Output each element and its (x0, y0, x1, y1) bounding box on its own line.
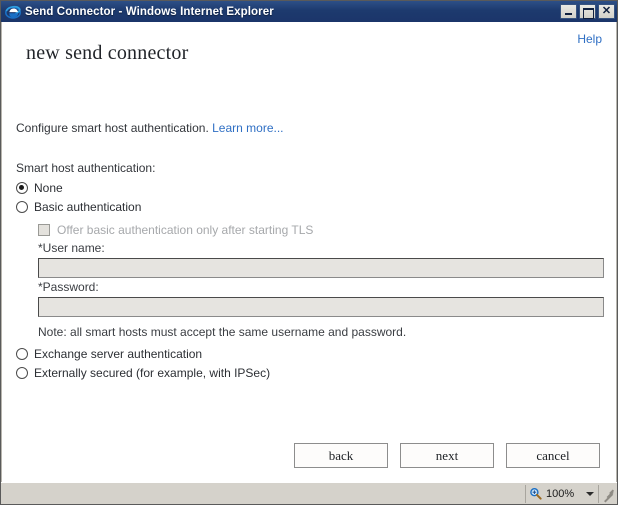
help-link[interactable]: Help (577, 32, 602, 46)
radio-exchange-server-authentication-icon[interactable] (16, 348, 28, 360)
intro-text: Configure smart host authentication. (16, 121, 209, 135)
zoom-control[interactable]: 100% (525, 484, 599, 503)
minimize-button[interactable] (560, 4, 577, 19)
wizard-page: Help new send connector Configure smart … (1, 22, 617, 482)
page-title: new send connector (26, 42, 189, 64)
next-button[interactable]: next (400, 443, 494, 468)
maximize-button[interactable] (579, 4, 596, 19)
smart-host-note: Note: all smart hosts must accept the sa… (38, 325, 407, 339)
intro-text-row: Configure smart host authentication. Lea… (16, 121, 284, 135)
window-title: Send Connector - Windows Internet Explor… (25, 5, 274, 18)
zoom-level-label: 100% (546, 487, 575, 500)
password-label: *Password: (38, 280, 99, 294)
user-name-input[interactable] (38, 258, 604, 278)
status-bar: 100% (1, 482, 617, 504)
cancel-button[interactable]: cancel (506, 443, 600, 468)
checkbox-offer-tls-icon[interactable] (38, 224, 50, 236)
back-button[interactable]: back (294, 443, 388, 468)
radio-externally-secured-label: Externally secured (for example, with IP… (34, 366, 271, 380)
radio-basic-authentication-icon[interactable] (16, 201, 28, 213)
internet-explorer-icon (5, 4, 21, 20)
magnifier-icon (529, 487, 542, 500)
checkbox-row-offer-tls[interactable]: Offer basic authentication only after st… (38, 221, 602, 239)
radio-row-exchange-server-authentication[interactable]: Exchange server authentication (16, 345, 602, 363)
radio-none-icon[interactable] (16, 182, 28, 194)
password-input[interactable] (38, 297, 604, 317)
smart-host-auth-label: Smart host authentication: (16, 161, 156, 175)
resize-grip[interactable] (602, 487, 616, 502)
chevron-down-icon[interactable] (586, 491, 594, 496)
close-icon: ✕ (601, 5, 612, 17)
smart-host-auth-form: Smart host authentication: None Basic au… (16, 161, 604, 383)
radio-row-externally-secured[interactable]: Externally secured (for example, with IP… (16, 364, 602, 382)
wizard-button-bar: back next cancel (2, 443, 616, 468)
radio-row-basic-authentication[interactable]: Basic authentication (16, 198, 602, 216)
title-bar[interactable]: Send Connector - Windows Internet Explor… (1, 1, 617, 22)
radio-externally-secured-icon[interactable] (16, 367, 28, 379)
window-caption-buttons: ✕ (560, 4, 615, 19)
learn-more-link[interactable]: Learn more... (212, 121, 283, 135)
close-button[interactable]: ✕ (598, 4, 615, 19)
radio-none-label: None (34, 181, 63, 195)
radio-row-none[interactable]: None (16, 179, 602, 197)
ie-dialog-window: Send Connector - Windows Internet Explor… (0, 0, 618, 505)
user-name-label: *User name: (38, 241, 105, 255)
radio-basic-authentication-label: Basic authentication (34, 200, 142, 214)
radio-exchange-server-authentication-label: Exchange server authentication (34, 347, 203, 361)
wizard-page-inner: Help new send connector Configure smart … (2, 22, 616, 482)
checkbox-offer-tls-label: Offer basic authentication only after st… (57, 223, 314, 237)
